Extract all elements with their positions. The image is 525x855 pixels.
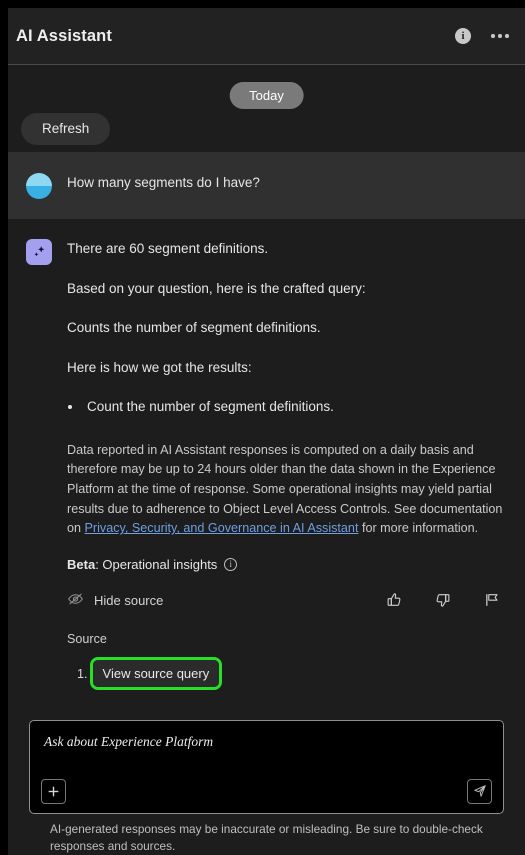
user-avatar-pie-icon — [26, 173, 52, 199]
assistant-message: There are 60 segment definitions. Based … — [8, 219, 525, 707]
user-message-body: How many segments do I have? — [67, 172, 505, 193]
header-actions: i — [452, 25, 511, 47]
assistant-disclaimer: Data reported in AI Assistant responses … — [67, 441, 505, 539]
assistant-message-body: There are 60 segment definitions. Based … — [67, 238, 505, 694]
source-section-label: Source — [67, 632, 107, 647]
beta-text: : Operational insights — [95, 557, 218, 573]
source-list: 1. View source query — [67, 657, 505, 691]
refresh-button[interactable]: Refresh — [21, 113, 111, 145]
panel-header: AI Assistant i — [8, 8, 525, 65]
plus-icon[interactable] — [41, 778, 66, 804]
beta-label-group: Beta: Operational insights — [67, 557, 217, 572]
assistant-line-0: There are 60 segment definitions. — [67, 241, 269, 256]
day-divider-today: Today — [229, 82, 304, 109]
ai-sparkle-avatar-icon — [26, 239, 52, 265]
privacy-governance-link[interactable]: Privacy, Security, and Governance in AI … — [85, 521, 359, 535]
eye-slash-icon — [67, 592, 84, 609]
assistant-line-2: Counts the number of segment definitions… — [67, 320, 321, 336]
view-source-query-highlight: View source query — [89, 657, 223, 691]
view-source-query-button[interactable]: View source query — [92, 660, 220, 688]
ai-assistant-panel: AI Assistant i Today Refresh How many se… — [8, 8, 525, 855]
hide-source-label: Hide source — [94, 592, 164, 608]
conversation-topbar: Today Refresh — [8, 65, 525, 152]
flag-icon[interactable] — [481, 589, 503, 611]
send-paper-plane-icon[interactable] — [467, 778, 492, 804]
more-dots — [491, 34, 509, 38]
user-message-text: How many segments do I have? — [67, 175, 260, 190]
thumbs-down-icon[interactable] — [432, 589, 454, 611]
hide-source-button[interactable]: Hide source — [67, 592, 163, 609]
assistant-line-1: Based on your question, here is the craf… — [67, 280, 366, 296]
composer-toolbar — [41, 778, 492, 804]
composer-box[interactable]: Ask about Experience Platform — [29, 719, 504, 814]
page-title: AI Assistant — [16, 26, 112, 45]
info-circle-outline-icon[interactable]: i — [224, 558, 238, 572]
info-circle-filled-icon[interactable]: i — [452, 25, 474, 47]
beta-operational-insights: Beta: Operational insights i — [67, 557, 505, 572]
assistant-line-3: Here is how we got the results: — [67, 359, 252, 375]
source-item-number: 1. — [77, 666, 88, 681]
info-glyph: i — [455, 28, 471, 44]
assistant-actions-row: Hide source — [67, 589, 505, 611]
message-input-placeholder[interactable]: Ask about Experience Platform — [44, 734, 489, 750]
composer-area: Ask about Experience Platform AI-generat… — [8, 706, 525, 855]
conversation-scroll-area[interactable]: Today Refresh How many segments do I hav… — [8, 65, 525, 707]
beta-label: Beta — [67, 557, 96, 573]
assistant-bullet-list: Count the number of segment definitions. — [83, 397, 505, 417]
ai-disclaimer-footnote: AI-generated responses may be inaccurate… — [50, 821, 483, 853]
more-options-icon[interactable] — [489, 25, 511, 47]
list-item: Count the number of segment definitions. — [83, 397, 505, 417]
thumbs-up-icon[interactable] — [383, 589, 405, 611]
feedback-icon-group — [383, 589, 505, 611]
user-message: How many segments do I have? — [8, 152, 525, 219]
disclaimer-text-part2: for more information. — [358, 521, 479, 536]
